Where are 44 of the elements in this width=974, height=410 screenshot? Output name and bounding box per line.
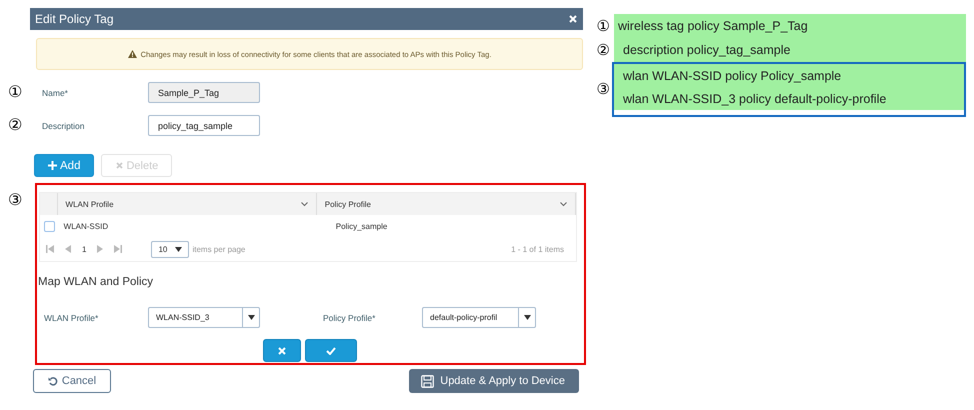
next-page-icon[interactable] xyxy=(97,245,104,253)
field-label: Policy Profile* xyxy=(322,312,376,322)
annotation-marker: ③ xyxy=(7,191,23,211)
caret-icon xyxy=(248,315,254,320)
save-icon xyxy=(421,374,434,388)
plus-icon xyxy=(48,161,57,170)
annotation-marker: ① xyxy=(596,18,610,34)
caret-icon xyxy=(524,315,530,320)
column-header[interactable]: WLAN Profile xyxy=(58,193,317,215)
page-size-select[interactable]: 10 xyxy=(151,240,190,258)
section-title: Map WLAN and Policy xyxy=(38,276,154,288)
annotation-marker: ② xyxy=(7,118,23,134)
field-label: Description xyxy=(41,120,86,130)
cancel-button[interactable]: Cancel xyxy=(33,369,111,393)
close-icon xyxy=(116,162,124,169)
last-page-icon[interactable] xyxy=(114,245,122,253)
column-header[interactable]: Policy Profile xyxy=(316,193,576,215)
policy-profile-select[interactable]: default-policy-profil xyxy=(422,307,536,328)
wlan-profile-select[interactable]: WLAN-SSID_3 xyxy=(148,307,260,328)
apply-button[interactable]: Update & Apply to Device xyxy=(409,369,579,393)
field-label: Name* xyxy=(41,88,69,98)
cancel-mapping-button[interactable] xyxy=(262,339,300,362)
warning-icon xyxy=(128,50,137,58)
check-icon xyxy=(326,346,336,354)
caret-icon xyxy=(175,246,182,252)
input-field[interactable]: policy_tag_sample xyxy=(148,115,260,136)
undo-icon xyxy=(48,376,58,386)
chevron-down-icon xyxy=(560,202,567,206)
pager-summary: 1 - 1 of 1 items xyxy=(511,244,565,254)
first-page-icon[interactable] xyxy=(46,245,54,253)
page-number: 1 xyxy=(82,244,86,254)
confirm-mapping-button[interactable] xyxy=(304,339,356,362)
dialog-title: Edit Policy Tag xyxy=(35,12,114,26)
row-checkbox[interactable] xyxy=(44,220,55,232)
table-cell-text: WLAN-SSID xyxy=(62,222,110,230)
chevron-down-icon xyxy=(300,202,308,206)
close-icon xyxy=(278,346,286,354)
annotation-marker: ② xyxy=(596,42,610,58)
annotation-marker: ③ xyxy=(596,82,610,97)
table-cell-text: Policy_sample xyxy=(334,222,388,230)
field-label: WLAN Profile* xyxy=(43,312,100,322)
previous-page-icon[interactable] xyxy=(65,245,71,253)
annotation-marker: ① xyxy=(7,84,23,100)
page-size-label: items per page xyxy=(192,244,246,254)
